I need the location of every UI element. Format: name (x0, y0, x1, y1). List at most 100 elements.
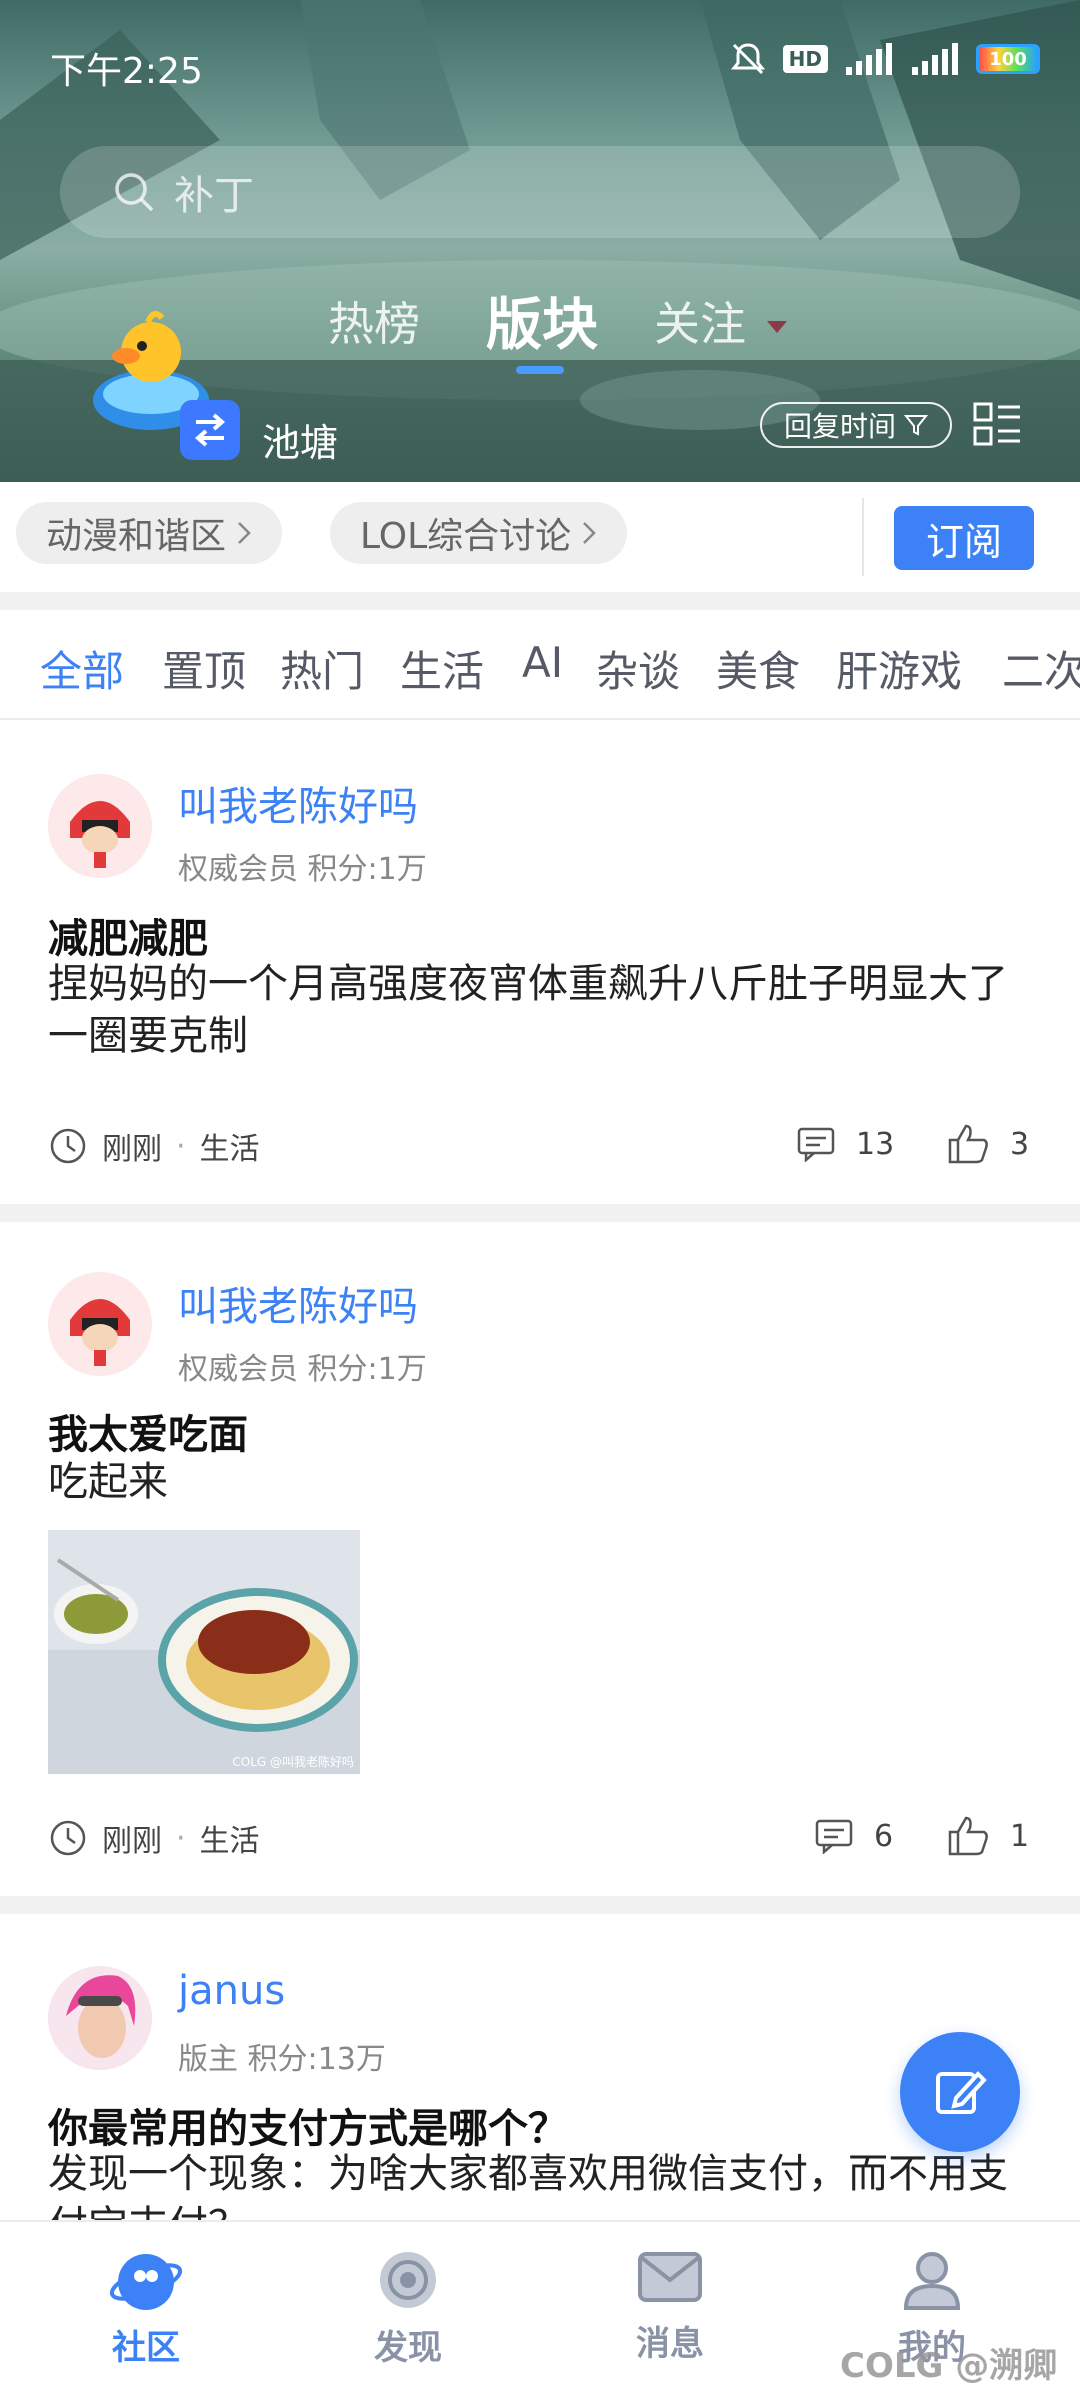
comment-count[interactable]: 13 (796, 1126, 894, 1162)
comment-count[interactable]: 6 (814, 1818, 893, 1854)
tab-hot[interactable]: 热榜 (328, 288, 420, 354)
post-card[interactable]: 叫我老陈好吗 权威会员 积分:1万 减肥减肥 捏妈妈的一个月高强度夜宵体重飙升八… (0, 722, 1080, 1202)
section-gap (0, 592, 1080, 610)
profile-icon (903, 2252, 961, 2310)
thumbs-up-icon (948, 1816, 988, 1856)
separator-dot: · (176, 1820, 186, 1856)
compose-post-button[interactable] (900, 2032, 1020, 2152)
mute-bell-icon (730, 43, 765, 75)
post-category[interactable]: 生活 (200, 1816, 260, 1860)
edit-pencil-icon (936, 2071, 987, 2114)
tab-follow[interactable]: 关注 (654, 288, 787, 354)
filter-all[interactable]: 全部 (40, 638, 124, 699)
user-avatar-icon (48, 774, 152, 878)
signal-icon-2 (912, 43, 958, 75)
filter-grind-games[interactable]: 肝游戏 (836, 638, 962, 699)
like-count-value: 1 (1010, 1818, 1030, 1854)
status-time: 下午2:25 (50, 51, 203, 92)
post-title: 你最常用的支付方式是哪个？ (48, 2106, 568, 2152)
filter-acg[interactable]: 二次 (1002, 638, 1080, 699)
like-button[interactable]: 1 (946, 1814, 1029, 1858)
post-username[interactable]: 叫我老陈好吗 (178, 774, 418, 832)
status-icons: HD 100 (729, 40, 1040, 78)
post-username[interactable]: 叫我老陈好吗 (178, 1274, 418, 1332)
chip-lol[interactable]: LOL综合讨论 (330, 502, 628, 564)
post-user-role: 权威会员 积分:1万 (178, 852, 427, 887)
forum-name: 池塘 (262, 421, 339, 465)
avatar[interactable] (48, 774, 152, 878)
nav-messages[interactable]: 消息 (600, 2246, 740, 2365)
chip-lol-label: LOL综合讨论 (360, 516, 572, 557)
search-input[interactable]: 补丁 (60, 146, 1020, 238)
chip-anime-label: 动漫和谐区 (46, 516, 227, 557)
discover-icon (380, 2252, 436, 2308)
comment-count-value: 6 (874, 1818, 894, 1854)
sort-by-reply-time-button[interactable]: 回复时间 (760, 402, 953, 448)
switch-forum-button[interactable] (180, 400, 240, 460)
subscribe-button[interactable]: 订阅 (894, 506, 1034, 570)
sort-label: 回复时间 (784, 410, 897, 443)
post-time: 刚刚 (102, 1132, 162, 1167)
filter-chat[interactable]: 杂谈 (596, 638, 680, 699)
post-user-role: 权威会员 积分:1万 (178, 1352, 427, 1387)
comment-icon (797, 1127, 835, 1162)
hd-icon: HD (782, 45, 828, 73)
post-user-role: 版主 积分:13万 (178, 2042, 386, 2077)
signal-icon (846, 43, 892, 75)
filter-hot[interactable]: 热门 (280, 638, 364, 699)
post-title: 减肥减肥 (48, 916, 208, 962)
nav-messages-label: 消息 (636, 2324, 704, 2364)
message-icon (638, 2252, 702, 2302)
caret-down-icon (766, 320, 787, 333)
noodle-photo (48, 1530, 360, 1774)
comment-count-value: 13 (856, 1126, 895, 1162)
post-body: 吃起来 (48, 1459, 168, 1505)
post-body: 发现一个现象：为啥大家都喜欢用微信支付，而不用支付宝支付？ (48, 2151, 1008, 2220)
thumbs-up-icon (948, 1124, 988, 1164)
status-bar: 下午2:25 HD 100 (0, 0, 1080, 130)
header-banner: 下午2:25 HD 100 补丁 热榜 版块 关注 池塘 回复时间 (0, 0, 1080, 482)
divider (862, 498, 864, 576)
user-avatar-icon (48, 1272, 152, 1376)
tab-active-indicator (516, 366, 564, 374)
post-time: 刚刚 (102, 1824, 162, 1859)
tab-sections[interactable]: 版块 (486, 280, 598, 361)
post-card[interactable]: 叫我老陈好吗 权威会员 积分:1万 我太爱吃面 吃起来 COLG @叫我老陈好吗… (0, 1222, 1080, 1896)
nav-community[interactable]: 社区 (76, 2246, 216, 2369)
image-watermark: COLG @叫我老陈好吗 (232, 1755, 354, 1769)
watermark: COLG @溯卿 (840, 2346, 1058, 2386)
comment-icon (815, 1819, 853, 1854)
clock-icon (50, 1128, 86, 1164)
filter-pinned[interactable]: 置顶 (162, 638, 246, 699)
post-divider (0, 1896, 1080, 1914)
clock-icon (50, 1820, 86, 1856)
post-meta: 刚刚 · 生活 (48, 1124, 260, 1168)
swap-arrows-icon (194, 413, 226, 447)
related-sections-row: 动漫和谐区 LOL综合讨论 订阅 (0, 482, 1080, 592)
filter-food[interactable]: 美食 (716, 638, 800, 699)
post-category[interactable]: 生活 (200, 1124, 260, 1168)
post-meta: 刚刚 · 生活 (48, 1816, 260, 1860)
tab-follow-label: 关注 (654, 297, 746, 351)
chevron-right-icon (583, 522, 596, 544)
list-layout-icon[interactable] (972, 400, 1022, 450)
chip-anime[interactable]: 动漫和谐区 (16, 502, 283, 564)
avatar[interactable] (48, 1966, 152, 2070)
chevron-right-icon (238, 522, 251, 544)
user-avatar-icon (48, 1966, 152, 2070)
app-screen: 下午2:25 HD 100 补丁 热榜 版块 关注 池塘 回复时间 动漫和谐区 … (0, 0, 1080, 2400)
filter-ai[interactable]: AI (522, 638, 563, 687)
like-button[interactable]: 3 (946, 1122, 1029, 1166)
separator-dot: · (176, 1128, 186, 1164)
search-placeholder: 补丁 (174, 173, 254, 219)
filter-tabs: 全部 置顶 热门 生活 AI 杂谈 美食 肝游戏 二次 (0, 610, 1080, 720)
avatar[interactable] (48, 1272, 152, 1376)
nav-community-label: 社区 (112, 2328, 180, 2368)
community-icon (109, 2254, 183, 2310)
filter-life[interactable]: 生活 (400, 638, 484, 699)
like-count-value: 3 (1010, 1126, 1030, 1162)
post-body: 捏妈妈的一个月高强度夜宵体重飙升八斤肚子明显大了一圈要克制 (48, 961, 1008, 1059)
nav-discover[interactable]: 发现 (338, 2246, 478, 2369)
post-username[interactable]: janus (178, 1968, 285, 2014)
post-image[interactable]: COLG @叫我老陈好吗 (48, 1530, 360, 1774)
